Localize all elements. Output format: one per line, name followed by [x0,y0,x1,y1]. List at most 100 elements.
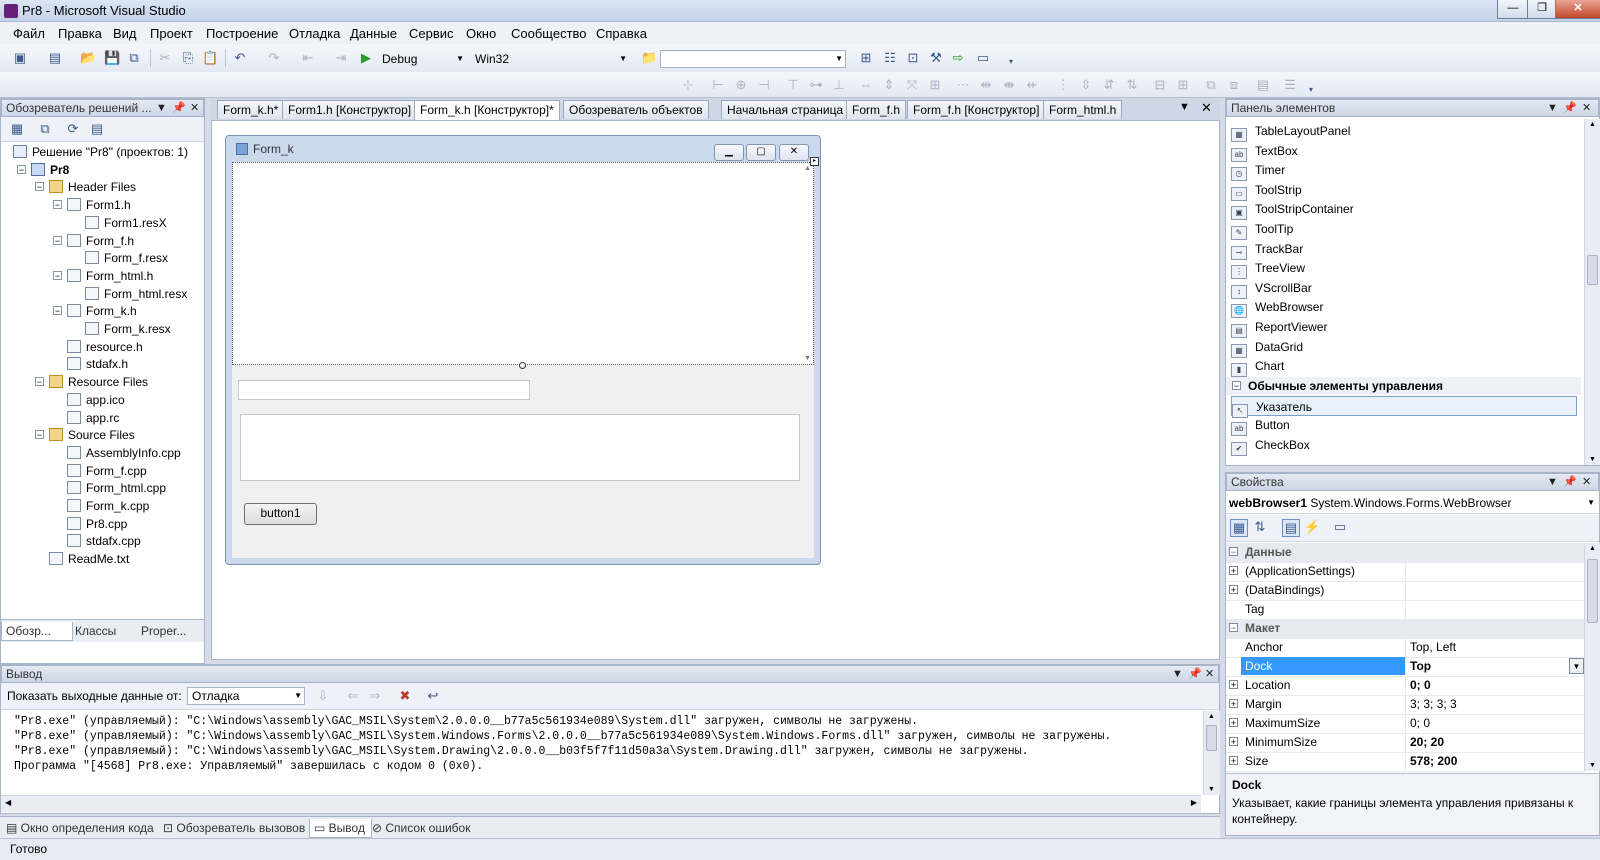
tree-item-folder-resource-files[interactable]: − Resource Files [35,373,148,391]
property-value[interactable]: 20; 20 [1410,733,1444,751]
properties-icon[interactable]: ▦ [9,121,25,137]
align-lefts-icon[interactable]: ⊢ [710,77,726,93]
tree-item-file-form-f-resx[interactable]: Form_f.resx [85,249,168,267]
pin-icon[interactable]: 📌 [1563,474,1577,490]
start-page-icon[interactable]: ⇨ [950,50,966,66]
toolbox-item-tablelayoutpanel[interactable]: ▦ TableLayoutPanel [1231,121,1350,142]
multiline-textbox-control[interactable] [240,414,800,481]
property-value[interactable]: Top [1410,657,1431,675]
tab-form1-designer[interactable]: Form1.h [Конструктор] [282,100,418,119]
redo-icon[interactable]: ↷ [266,50,282,66]
scroll-down-icon[interactable]: ▼ [1589,456,1596,463]
tree-item-folder-source-files[interactable]: − Source Files [35,426,135,444]
toolbox-item-button[interactable]: ab Button [1231,415,1290,437]
scroll-up-icon[interactable]: ▲ [1589,545,1596,552]
toolbox-item-tooltip[interactable]: ✎ ToolTip [1231,219,1293,240]
word-wrap-icon[interactable]: ↩ [425,688,441,704]
close-document-icon[interactable]: ✕ [1201,100,1212,116]
object-browser-icon[interactable]: ⊡ [905,50,921,66]
menu-window[interactable]: Окно [466,26,496,41]
tab-order-icon[interactable]: ☰ [1282,77,1298,93]
tab-form-html-h[interactable]: Form_html.h [1043,100,1123,119]
expand-toggle-icon[interactable]: + [1229,699,1238,709]
find-combo[interactable]: ▼ [660,50,846,68]
tree-item-file-form-k-h[interactable]: − Form_k.h [53,302,137,320]
property-row[interactable]: + Size 578; 200 [1226,752,1586,772]
menu-community[interactable]: Сообщество [511,26,587,41]
tab-solution-explorer[interactable]: Обозр... [1,622,73,641]
property-pages-icon[interactable]: ▭ [1332,519,1348,535]
toolbox-item-toolstripcontainer[interactable]: ▣ ToolStripContainer [1231,199,1354,221]
expand-toggle-icon[interactable]: + [1229,737,1238,747]
close-icon[interactable]: ✕ [190,100,199,116]
property-row[interactable]: + Location 0; 0 [1226,676,1586,696]
menu-tools[interactable]: Сервис [409,26,454,41]
bring-to-front-icon[interactable]: ⧉ [1203,77,1219,93]
align-to-grid-icon[interactable]: ⊹ [680,77,696,93]
find-message-icon[interactable]: ⇩ [315,688,331,704]
scroll-up-icon[interactable]: ▲ [1589,121,1596,128]
property-value[interactable]: Top, Left [1410,638,1456,656]
toolbox-item-toolstrip[interactable]: ▭ ToolStrip [1231,180,1302,201]
toolbox-item-pointer[interactable]: ↖ Указатель [1231,395,1577,418]
textbox-control[interactable] [238,380,530,400]
tab-form-f-designer[interactable]: Form_f.h [Конструктор] [907,100,1046,119]
remove-v-spacing-icon[interactable]: ⇅ [1124,77,1140,93]
clear-all-icon[interactable]: ✖ [397,688,413,704]
tree-item-file-app-ico[interactable]: app.ico [67,391,125,409]
increase-h-spacing-icon[interactable]: ⇹ [978,77,994,93]
collapse-toggle-icon[interactable]: − [53,306,62,316]
collapse-toggle-icon[interactable]: − [53,270,62,280]
tab-property-manager[interactable]: Proper... [137,622,207,640]
tree-item-file-form1-h[interactable]: − Form1.h [53,196,131,214]
tab-form-k-h[interactable]: Form_k.h* [217,100,285,119]
tree-item-file-stdafx-h[interactable]: stdafx.h [67,355,128,373]
align-centers-icon[interactable]: ⊕ [733,77,749,93]
tree-item-solution-node[interactable]: Решение "Pr8" (проектов: 1) [13,143,188,161]
property-value[interactable]: 3; 3; 3; 3 [1410,695,1457,713]
tab-call-browser[interactable]: ⊡ Обозреватель вызовов [159,819,311,837]
toolbox-group-header[interactable]: − Обычные элементы управления [1226,376,1581,395]
scroll-right-icon[interactable]: ▶ [1191,798,1197,807]
center-horizontally-icon[interactable]: ⊟ [1152,77,1168,93]
save-all-icon[interactable]: ⧉ [126,50,142,66]
collapse-toggle-icon[interactable]: − [35,430,44,440]
horizontal-spacing-icon[interactable]: ⋯ [955,77,971,93]
properties-window-icon[interactable]: ☷ [882,50,898,66]
decrease-h-spacing-icon[interactable]: ⇼ [1001,77,1017,93]
object-selector[interactable]: webBrowser1 System.Windows.Forms.WebBrow… [1226,492,1599,514]
make-same-size-icon[interactable]: ⤧ [904,77,920,93]
toolbox-item-textbox[interactable]: ab TextBox [1231,141,1298,162]
scroll-thumb[interactable] [1587,255,1598,285]
solution-config-select[interactable]: Debug ▼ [377,50,467,68]
collapse-toggle-icon[interactable]: − [1229,623,1238,633]
solution-platform-select[interactable]: Win32 ▼ [470,50,630,68]
decrease-v-spacing-icon[interactable]: ⇵ [1101,77,1117,93]
expand-toggle-icon[interactable]: + [1229,680,1238,690]
tree-item-file-assemblyinfo-cpp[interactable]: AssemblyInfo.cpp [67,444,181,462]
expand-toggle-icon[interactable]: + [1229,566,1238,576]
property-category[interactable]: − Данные [1226,543,1586,563]
tree-item-project-node[interactable]: − Pr8 [17,161,69,179]
active-files-icon[interactable]: ▼ [1179,101,1190,113]
expand-toggle-icon[interactable]: + [1229,718,1238,728]
remove-h-spacing-icon[interactable]: ⇷ [1024,77,1040,93]
tab-form-k-designer[interactable]: Form_k.h [Конструктор]* [414,100,560,120]
tab-code-definition[interactable]: ▤ Окно определения кода [2,819,161,837]
close-icon[interactable]: ✕ [1582,474,1591,490]
expand-toggle-icon[interactable]: + [1229,585,1238,595]
center-vertically-icon[interactable]: ⊞ [1175,77,1191,93]
new-project-icon[interactable]: ▣ [12,50,28,66]
menu-project[interactable]: Проект [150,26,193,41]
next-message-icon[interactable]: ⇒ [367,688,383,704]
copy-icon[interactable]: ⎘ [180,50,196,66]
start-debugging-icon[interactable]: ▶ [358,50,374,66]
chevron-down-icon[interactable]: ▼ [1547,100,1558,116]
solution-explorer-icon[interactable]: ⊞ [858,50,874,66]
menu-file[interactable]: Файл [13,26,45,41]
collapse-toggle-icon[interactable]: − [35,182,44,192]
tree-item-file-app-rc[interactable]: app.rc [67,409,119,427]
tree-item-file-stdafx-cpp[interactable]: stdafx.cpp [67,532,141,550]
tree-item-file-form1-resx[interactable]: Form1.resX [85,214,167,232]
tree-item-file-form-html-cpp[interactable]: Form_html.cpp [67,479,166,497]
